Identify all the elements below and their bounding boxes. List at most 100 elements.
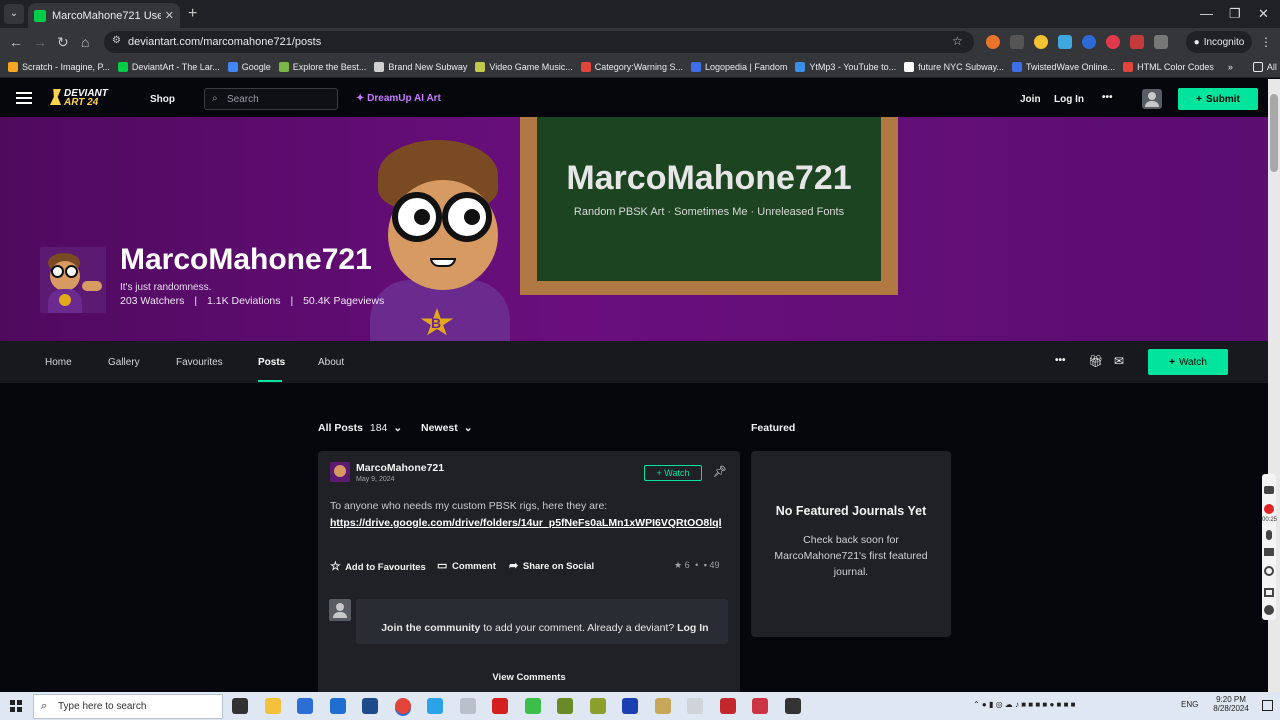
new-tab-button[interactable]: + [188,5,197,23]
taskbar-store-icon[interactable] [297,698,313,714]
record-icon[interactable] [1264,504,1274,514]
taskbar-inkscape-icon[interactable] [784,698,801,714]
taskbar-app-palette-icon[interactable] [687,698,703,714]
bookmark-star-icon[interactable]: ☆ [952,34,963,48]
minimize-button[interactable]: — [1200,6,1213,21]
bookmark-item[interactable]: future NYC Subway... [904,61,1004,72]
camera-icon[interactable] [1264,486,1274,494]
extension-3-icon[interactable] [1034,35,1048,49]
tab-posts[interactable]: Posts [258,357,285,368]
post-watch-button[interactable]: + Watch [644,465,702,481]
taskbar-app-blue-icon[interactable] [427,698,443,714]
site-search-input[interactable]: ⌕ Search [204,88,338,110]
language-indicator[interactable]: ENG [1181,700,1198,709]
share-button[interactable]: ➦ Share on Social [509,559,594,572]
tab-search-button[interactable]: ⌄ [4,4,24,24]
taskbar-bing-b-icon[interactable] [362,698,378,714]
tab-gallery[interactable]: Gallery [108,357,140,368]
restore-button[interactable]: ❐ [1229,6,1241,22]
view-comments-button[interactable]: View Comments [318,672,740,683]
user-avatar-icon[interactable] [1142,89,1162,109]
bookmark-item[interactable]: Video Game Music... [475,61,573,72]
message-icon[interactable]: ✉ [1114,354,1124,368]
extension-4-icon[interactable] [1058,35,1072,49]
scrollbar-thumb[interactable] [1270,94,1278,172]
shop-link[interactable]: Shop [150,94,175,105]
comment-button[interactable]: ▭ Comment [437,559,496,572]
screen-icon[interactable] [1264,588,1274,597]
site-info-icon[interactable]: ⚙ [112,35,121,46]
more-options-icon[interactable]: ••• [1102,92,1113,103]
more-bookmarks-button[interactable]: » [1228,62,1233,72]
bookmark-item[interactable]: DeviantArt - The Lar... [117,61,220,72]
taskbar-headphones-icon[interactable] [752,698,768,714]
tab-favourites[interactable]: Favourites [176,357,223,368]
profile-more-icon[interactable]: ••• [1055,355,1066,366]
post-author-avatar[interactable] [330,462,350,482]
gift-icon[interactable]: 🎁︎ [1088,354,1103,368]
dreamup-link[interactable]: ✦ DreamUp AI Art [356,93,441,104]
post-author-name[interactable]: MarcoMahone721 [356,462,444,474]
extension-7-icon[interactable] [1130,35,1144,49]
extension-6-icon[interactable] [1106,35,1120,49]
bookmark-item[interactable]: Explore the Best... [278,61,366,72]
reload-icon[interactable]: ↻ [57,34,69,51]
speaker-icon[interactable] [1264,548,1274,556]
webcam-icon[interactable] [1264,566,1274,576]
clock[interactable]: 9:20 PM 8/28/2024 [1208,695,1254,713]
close-window-button[interactable]: ✕ [1258,6,1269,22]
all-posts-filter[interactable]: All Posts 184 ⌄ [318,422,402,434]
pin-icon[interactable]: 📌︎ [713,465,727,478]
bookmark-item[interactable]: Google [227,61,271,72]
watchers-count[interactable]: 203 Watchers [120,295,184,307]
taskbar-app-layers-1-icon[interactable] [557,698,573,714]
taskbar-app-cat-icon[interactable] [654,698,671,714]
hamburger-menu-icon[interactable] [16,92,32,104]
bookmark-item[interactable]: Scratch - Imagine, P... [8,61,110,72]
extensions-puzzle-icon[interactable] [1154,35,1168,49]
taskbar-app-green-icon[interactable] [524,698,541,714]
profile-watch-button[interactable]: + Watch [1148,349,1228,375]
taskbar-app-red-2-icon[interactable] [719,698,736,714]
bookmark-item[interactable]: Brand New Subway [374,61,467,72]
extension-5-icon[interactable] [1082,35,1096,49]
bookmark-item[interactable]: Logopedia | Fandom [690,61,787,72]
bookmark-item[interactable]: TwistedWave Online... [1011,61,1115,72]
browser-menu-icon[interactable]: ⋮ [1260,35,1272,49]
deviantart-logo[interactable]: DEVIANT ART 24 [50,87,122,109]
forward-icon[interactable]: → [33,34,47,50]
all-bookmarks-button[interactable]: All Bookmarks [1252,61,1280,72]
taskbar-mail-icon[interactable] [329,698,346,714]
taskbar-file-explorer-icon[interactable] [264,698,281,714]
taskbar-app-v-icon[interactable] [622,698,638,714]
extension-2-icon[interactable] [1010,35,1024,49]
login-link[interactable]: Log In [1054,94,1084,105]
taskbar-app-gray-icon[interactable] [459,698,476,714]
extension-1-icon[interactable] [986,35,1000,49]
back-icon[interactable]: ← [9,34,23,50]
tab-about[interactable]: About [318,357,344,368]
add-to-favourites-button[interactable]: ☆ Add to Favourites [330,559,426,573]
join-link[interactable]: Join [1020,94,1041,105]
taskbar-app-layers-2-icon[interactable] [589,698,606,714]
settings-gear-icon[interactable] [1264,605,1274,615]
join-community-link[interactable]: Join the community [381,622,480,634]
notifications-icon[interactable] [1262,700,1273,711]
bookmark-item[interactable]: HTML Color Codes [1123,61,1214,72]
home-icon[interactable]: ⌂ [81,34,89,50]
deviations-count[interactable]: 1.1K Deviations [207,295,281,307]
tab-home[interactable]: Home [45,357,72,368]
post-link[interactable]: https://drive.google.com/drive/folders/1… [330,517,736,529]
sort-dropdown[interactable]: Newest ⌄ [421,422,473,434]
submit-button[interactable]: + Submit [1178,88,1258,110]
bookmark-item[interactable]: YtMp3 - YouTube to... [795,61,896,72]
taskbar-chrome-icon[interactable] [394,698,411,714]
tab-close-icon[interactable]: ✕ [165,9,174,22]
taskbar-app-red-icon[interactable] [492,698,508,714]
profile-avatar[interactable] [40,247,106,313]
address-bar[interactable]: ⚙ deviantart.com/marcomahone721/posts ☆ [104,31,974,53]
taskbar-search-input[interactable]: ⌕ Type here to search [33,694,223,719]
system-tray-icons[interactable]: ⌃ ● ▮ ◎ ☁ ♪ ■ ■ ■ ■ ● ■ ■ ■ [973,700,1075,709]
microphone-icon[interactable] [1266,530,1272,540]
incognito-indicator[interactable]: ● Incognito [1186,31,1252,53]
